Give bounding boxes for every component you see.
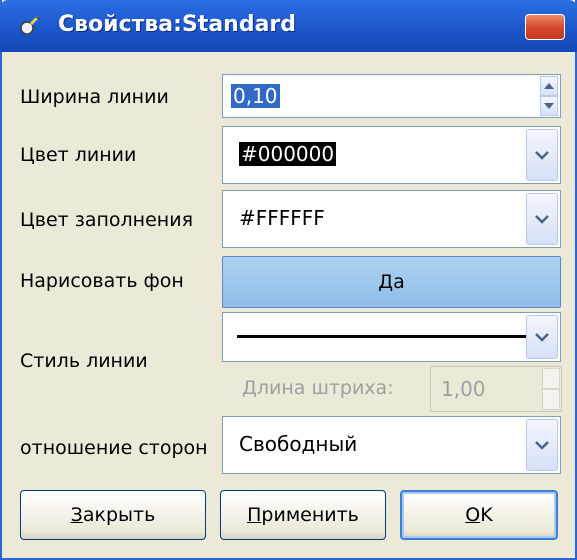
spin-down-icon [542,389,560,410]
chevron-down-icon[interactable] [526,193,558,245]
line-width-value: 0,10 [231,84,280,108]
line-style-label: Стиль линии [20,350,148,372]
chevron-down-icon[interactable] [526,419,558,471]
line-style-combo[interactable] [222,312,561,362]
app-icon [20,15,41,35]
spin-up-icon [542,368,560,389]
dash-length-spinner [542,368,560,410]
line-color-label: Цвет линии [20,144,137,166]
spin-down-icon[interactable] [540,96,558,116]
fill-color-label: Цвет заполнения [20,209,193,231]
draw-background-label: Нарисовать фон [20,270,184,292]
dash-length-field: 1,00 [430,366,562,412]
line-width-spinner[interactable] [540,76,558,116]
line-color-combo[interactable]: #000000 [222,126,561,184]
aspect-ratio-value: Свободный [239,432,358,456]
draw-background-toggle[interactable]: Да [222,256,561,308]
properties-dialog: Свойства:Standard Ширина линии 0,10 Цвет… [0,0,577,560]
window-title: Свойства:Standard [58,12,297,37]
line-style-preview [237,335,527,338]
dash-length-label: Длина штриха: [242,377,394,399]
close-button[interactable]: Закрыть [20,490,206,540]
title-bar[interactable]: Свойства:Standard [0,0,577,52]
line-color-value: #000000 [239,142,337,166]
line-width-label: Ширина линии [20,86,169,108]
aspect-ratio-combo[interactable]: Свободный [222,416,561,474]
line-width-field[interactable]: 0,10 [222,74,561,118]
chevron-down-icon[interactable] [526,129,558,181]
spin-up-icon[interactable] [540,76,558,96]
dash-length-value: 1,00 [441,377,486,401]
chevron-down-icon[interactable] [526,315,558,359]
fill-color-combo[interactable]: #FFFFFF [222,190,561,248]
close-icon[interactable] [525,14,565,40]
ok-button[interactable]: OK [400,490,558,540]
fill-color-value: #FFFFFF [239,206,325,230]
aspect-ratio-label: отношение сторон [20,437,208,459]
apply-button[interactable]: Применить [220,490,386,540]
